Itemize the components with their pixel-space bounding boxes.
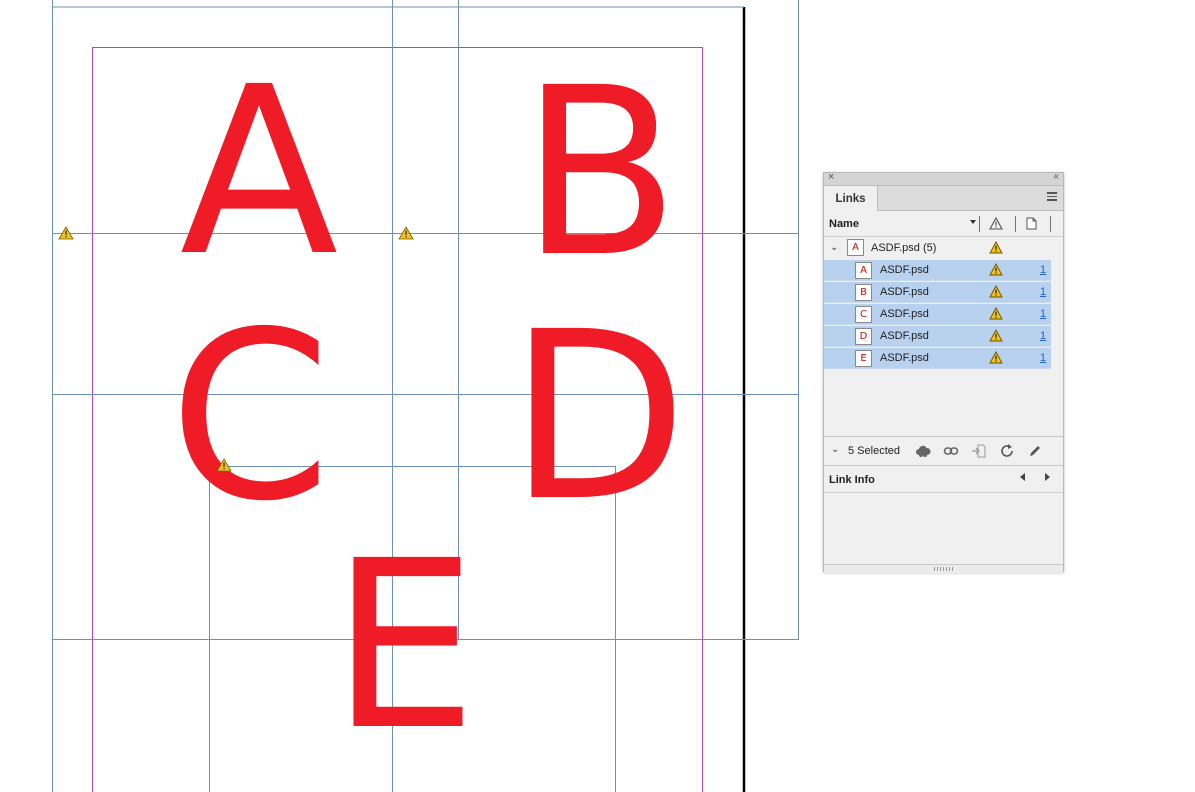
relink-icon[interactable] xyxy=(943,443,959,459)
column-separator xyxy=(1015,216,1016,232)
goto-link-icon[interactable] xyxy=(971,443,987,459)
column-separator xyxy=(1050,216,1051,232)
link-row[interactable]: C ASDF.psd 1 xyxy=(824,304,1051,325)
chevron-left-icon[interactable] xyxy=(1020,473,1025,481)
warning-icon xyxy=(989,241,1003,254)
link-filename: ASDF.psd xyxy=(880,330,929,342)
link-thumbnail: B xyxy=(855,284,872,301)
collapse-icon[interactable]: ‹‹ xyxy=(1053,171,1059,182)
page-number-link[interactable]: 1 xyxy=(1040,352,1046,364)
column-header: Name xyxy=(824,211,1063,237)
panel-menu-icon[interactable] xyxy=(1047,192,1057,201)
link-thumbnail: A xyxy=(847,239,864,256)
link-info-header[interactable]: Link Info xyxy=(824,466,1063,493)
link-thumbnail: E xyxy=(855,350,872,367)
page-column-icon[interactable] xyxy=(1026,217,1037,230)
link-row[interactable]: A ASDF.psd 1 xyxy=(824,260,1051,281)
page-number-link[interactable]: 1 xyxy=(1040,330,1046,342)
link-info-label: Link Info xyxy=(829,474,875,486)
link-filename: ASDF.psd xyxy=(880,264,929,276)
resize-gripper[interactable] xyxy=(824,564,1063,573)
warning-icon xyxy=(989,351,1003,364)
warning-icon xyxy=(989,329,1003,342)
letter-a[interactable]: A xyxy=(180,37,339,307)
warning-icon xyxy=(989,285,1003,298)
update-link-icon[interactable] xyxy=(999,443,1015,459)
letter-d[interactable]: D xyxy=(509,282,688,552)
link-thumbnail: C xyxy=(855,306,872,323)
letter-c[interactable]: C xyxy=(169,282,331,552)
link-row[interactable]: B ASDF.psd 1 xyxy=(824,282,1051,303)
link-group-row[interactable]: ⌄ A ASDF.psd (5) xyxy=(824,237,1063,259)
link-filename: ASDF.psd xyxy=(880,286,929,298)
links-panel: × ‹‹ Links Name ⌄ A ASDF.psd (5) A ASDF.… xyxy=(823,171,1064,573)
column-separator xyxy=(979,216,980,232)
edit-original-icon[interactable] xyxy=(1027,443,1043,459)
panel-titlebar[interactable]: × ‹‹ xyxy=(824,171,1063,186)
link-group-filename: ASDF.psd (5) xyxy=(871,242,937,254)
link-thumbnail: D xyxy=(855,328,872,345)
warning-icon xyxy=(989,263,1003,276)
letter-b[interactable]: B xyxy=(520,38,679,308)
link-row[interactable]: E ASDF.psd 1 xyxy=(824,348,1051,369)
page-number-link[interactable]: 1 xyxy=(1040,286,1046,298)
letter-e[interactable]: E xyxy=(331,511,478,781)
selection-count: 5 Selected xyxy=(848,445,900,457)
warning-icon xyxy=(989,307,1003,320)
tab-links[interactable]: Links xyxy=(824,186,878,211)
sort-arrow-icon[interactable] xyxy=(970,220,976,224)
column-name-label[interactable]: Name xyxy=(829,218,859,230)
link-thumbnail: A xyxy=(855,262,872,279)
panel-tab-row: Links xyxy=(824,186,1063,211)
cloud-icon[interactable] xyxy=(915,443,931,459)
link-row[interactable]: D ASDF.psd 1 xyxy=(824,326,1051,347)
links-toolbar: ⌄ 5 Selected xyxy=(824,436,1063,466)
link-filename: ASDF.psd xyxy=(880,352,929,364)
chevron-down-icon[interactable]: ⌄ xyxy=(831,444,839,455)
chevron-down-icon[interactable]: ⌄ xyxy=(830,242,838,253)
gripper-dots xyxy=(934,567,954,571)
warning-column-icon[interactable] xyxy=(989,217,1003,230)
close-icon[interactable]: × xyxy=(828,171,834,183)
page-number-link[interactable]: 1 xyxy=(1040,308,1046,320)
page-number-link[interactable]: 1 xyxy=(1040,264,1046,276)
link-filename: ASDF.psd xyxy=(880,308,929,320)
chevron-right-icon[interactable] xyxy=(1045,473,1050,481)
